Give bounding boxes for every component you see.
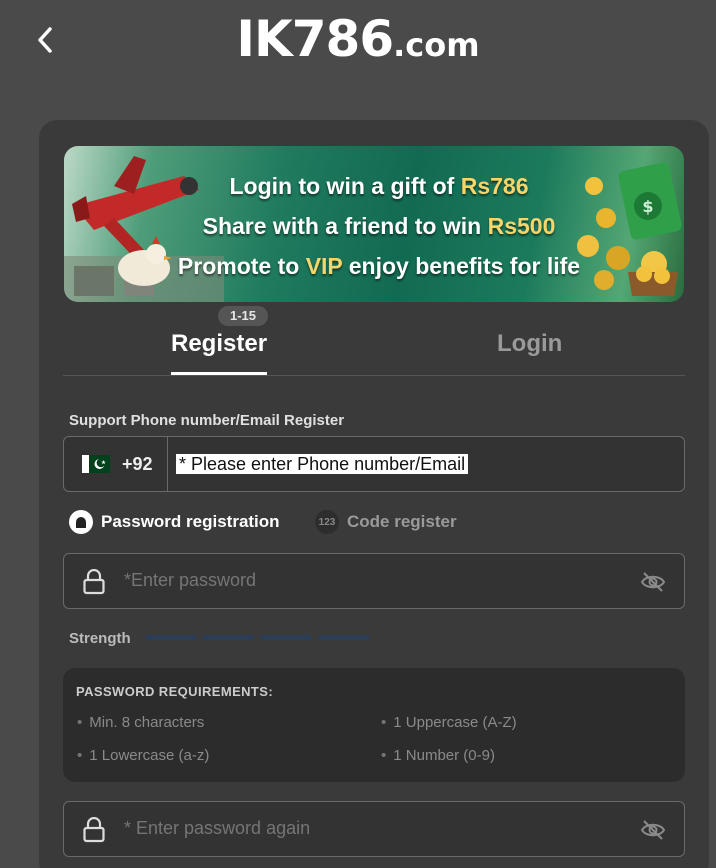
confirm-password-input[interactable]	[124, 818, 604, 839]
code-mode-icon: 123	[315, 510, 339, 534]
code-register-label: Code register	[347, 512, 457, 531]
password-requirements: PASSWORD REQUIREMENTS: Min. 8 characters…	[63, 668, 685, 782]
requirement-item: 1 Uppercase (A-Z)	[381, 714, 516, 731]
eye-off-icon[interactable]	[640, 817, 666, 843]
strength-segment-3	[260, 635, 312, 640]
banner-line-3: Promote to VIP enjoy benefits for life	[177, 253, 581, 279]
site-logo[interactable]: IK786.com	[0, 10, 716, 68]
auth-tabs: 1-15 Register Login	[63, 306, 685, 376]
strength-segment-2	[202, 635, 254, 640]
password-registration-label: Password registration	[101, 512, 280, 531]
banner-line-1: Login to win a gift of Rs786	[229, 173, 529, 199]
top-bar: IK786.com	[0, 0, 716, 84]
password-registration-option[interactable]: Password registration	[69, 510, 280, 534]
code-register-option[interactable]: 123 Code register	[315, 510, 457, 534]
password-input[interactable]	[124, 570, 604, 591]
logo-main: IK786	[236, 10, 394, 68]
phone-email-row: +92 * Please enter Phone number/Email	[63, 436, 685, 492]
requirement-item: Min. 8 characters	[77, 714, 204, 731]
country-code: +92	[122, 453, 153, 474]
requirement-item: 1 Lowercase (a-z)	[77, 747, 209, 764]
register-badge: 1-15	[218, 306, 268, 326]
coins-money-illustration: $	[577, 162, 682, 296]
banner-text: Login to win a gift of Rs786 Share with …	[164, 166, 594, 286]
strength-segment-4	[318, 635, 370, 640]
tab-login[interactable]: Login	[497, 330, 562, 358]
phone-field-label: Support Phone number/Email Register	[69, 412, 345, 429]
lock-icon	[83, 817, 105, 843]
requirement-item: 1 Number (0-9)	[381, 747, 495, 764]
logo-suffix: .com	[393, 26, 480, 64]
promo-banner[interactable]: Login to win a gift of Rs786 Share with …	[64, 146, 684, 302]
strength-label: Strength	[69, 630, 131, 647]
tab-register[interactable]: Register	[171, 330, 267, 358]
pakistan-flag-icon	[82, 455, 110, 473]
strength-segment-1	[145, 635, 197, 640]
country-code-selector[interactable]: +92	[64, 437, 168, 491]
active-tab-indicator	[171, 372, 267, 375]
eye-off-icon[interactable]	[640, 569, 666, 595]
register-panel: Login to win a gift of Rs786 Share with …	[39, 120, 709, 868]
password-mode-icon	[69, 510, 93, 534]
password-field	[63, 553, 685, 609]
confirm-password-field	[63, 801, 685, 857]
svg-text:$: $	[642, 197, 653, 216]
phone-email-input[interactable]: * Please enter Phone number/Email	[176, 454, 469, 474]
lock-icon	[83, 569, 105, 595]
requirements-title: PASSWORD REQUIREMENTS:	[76, 684, 274, 699]
banner-line-2: Share with a friend to win Rs500	[202, 213, 556, 239]
